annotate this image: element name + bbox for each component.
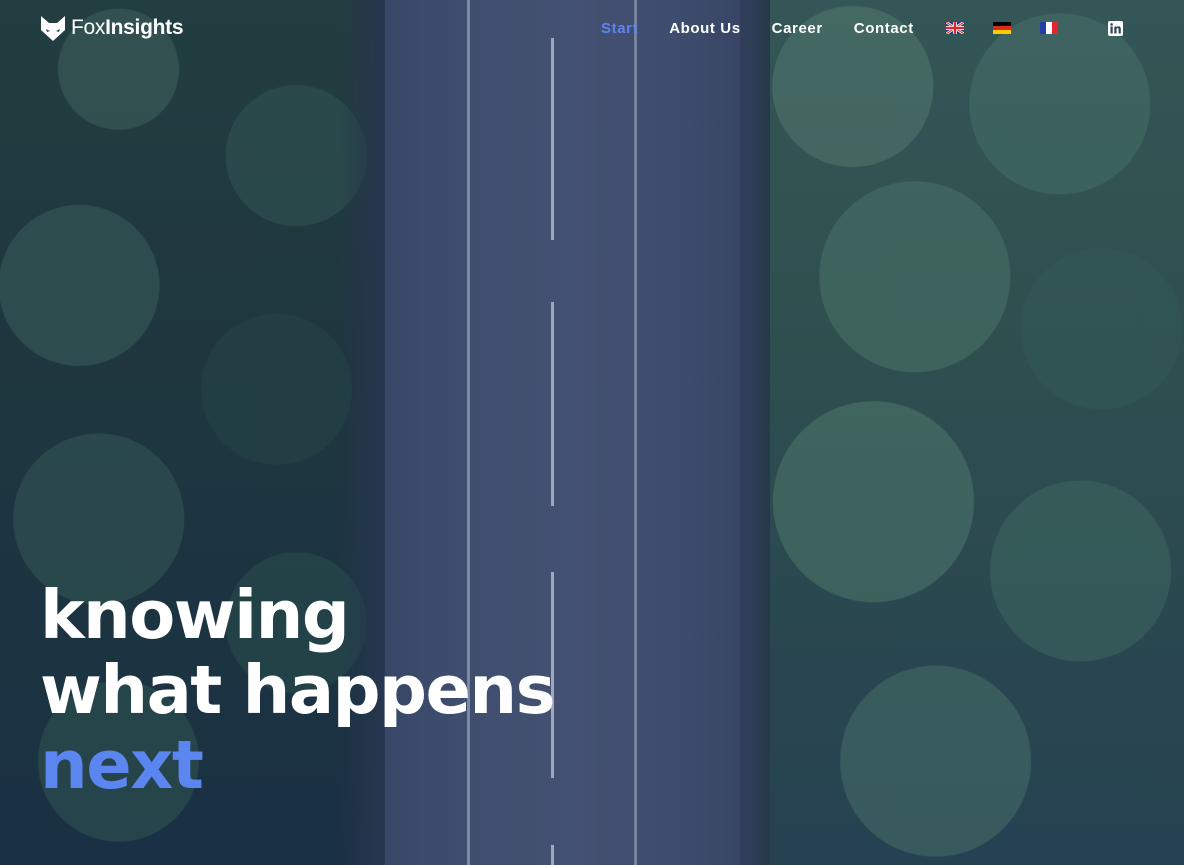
fox-head-icon: [41, 16, 65, 41]
hero-line-1: knowing: [40, 576, 350, 654]
logo-link[interactable]: FoxInsights: [39, 14, 184, 42]
uk-flag-icon[interactable]: [946, 22, 964, 34]
nav-item-about-us[interactable]: About Us: [669, 19, 740, 39]
language-switcher: [946, 22, 1058, 34]
hero-line-2: what happens: [40, 651, 556, 729]
nav-item-career[interactable]: Career: [772, 19, 823, 39]
logo-text-bold: Insights: [105, 16, 184, 39]
logo-text-light: Fox: [71, 16, 106, 39]
site-header: FoxInsights Start About Us Career Contac…: [0, 0, 1184, 60]
logo-wordmark: FoxInsights: [71, 14, 184, 42]
linkedin-icon[interactable]: [1108, 21, 1123, 36]
france-flag-icon[interactable]: [1040, 22, 1058, 34]
hero-headline: knowing what happens next: [40, 576, 556, 804]
nav-item-contact[interactable]: Contact: [854, 19, 914, 39]
nav-item-start[interactable]: Start: [601, 19, 638, 39]
main-nav: Start About Us Career Contact: [601, 19, 945, 39]
hero-line-3: next: [40, 726, 204, 804]
germany-flag-icon[interactable]: [993, 22, 1011, 34]
